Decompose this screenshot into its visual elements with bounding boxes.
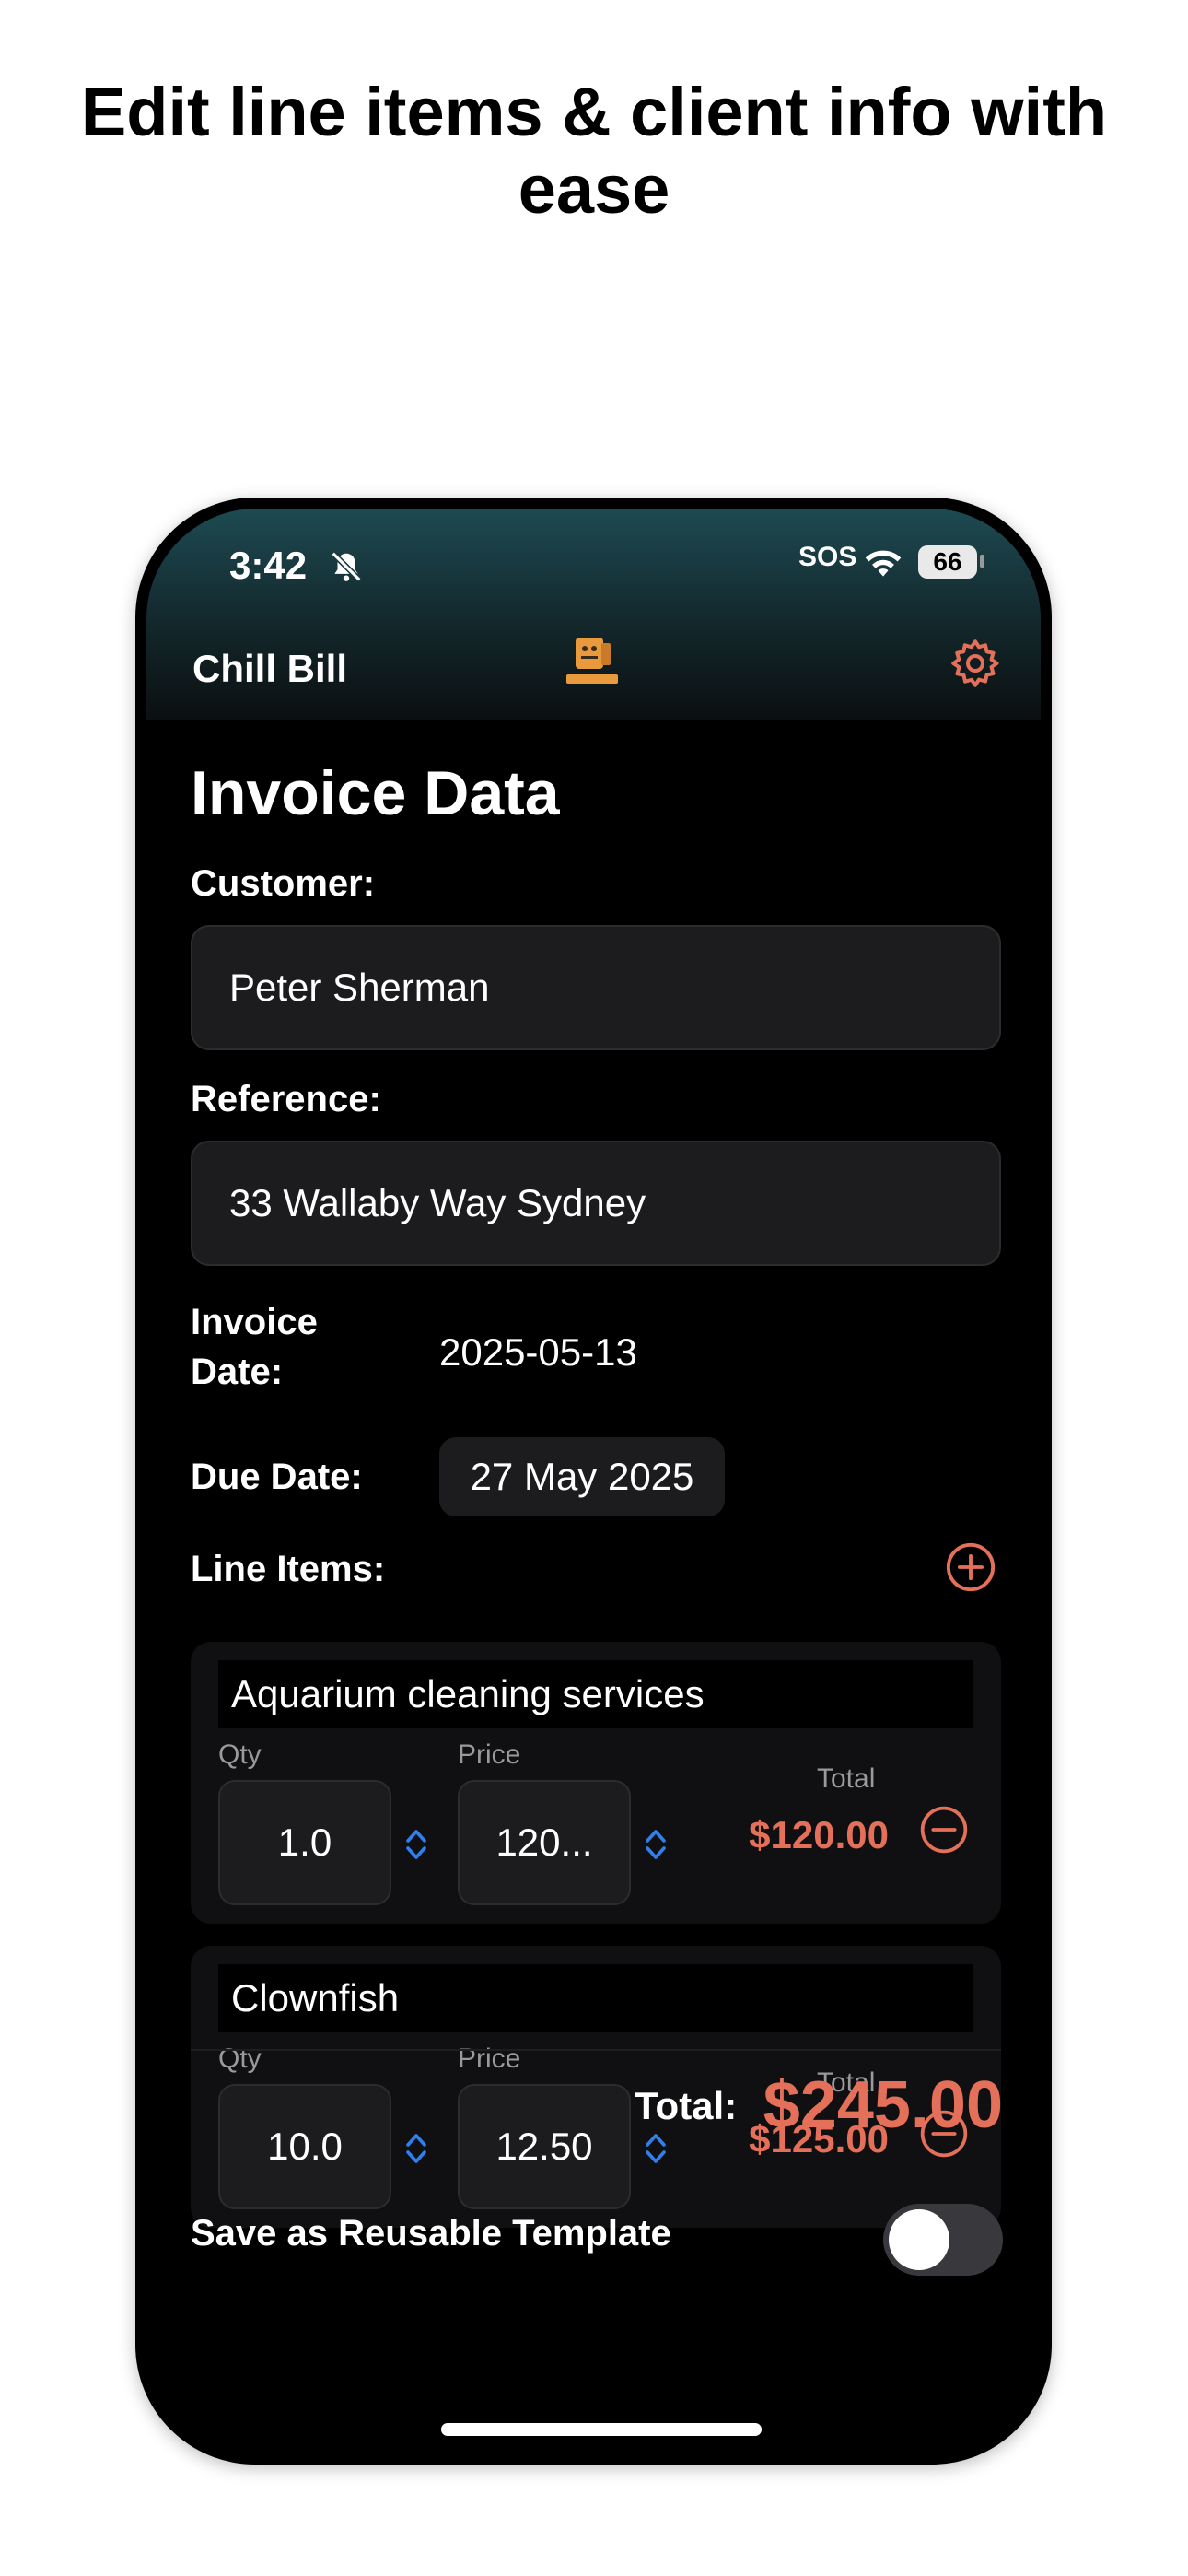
price-input[interactable]: 12.50 [458, 2084, 631, 2209]
item-total-value: $120.00 [749, 1813, 889, 1856]
price-label: Price [458, 1739, 521, 1770]
qty-input[interactable]: 10.0 [218, 2084, 391, 2209]
price-stepper-icon[interactable] [644, 2130, 668, 2167]
qty-stepper-icon[interactable] [404, 2130, 428, 2167]
toggle-knob [889, 2209, 949, 2270]
app-title: Chill Bill [192, 647, 347, 690]
page-title: Invoice Data [191, 758, 560, 828]
battery-indicator: 66 [918, 545, 977, 579]
invoice-form: Invoice Data Customer: Peter Sherman Ref… [146, 720, 1041, 2453]
app-screen: 3:42 SOS 66 Chill Bill Invoice Data Cust… [146, 509, 1041, 2453]
save-template-toggle[interactable] [883, 2204, 1003, 2276]
customer-input[interactable]: Peter Sherman [191, 925, 1001, 1050]
divider [191, 2049, 1001, 2051]
due-date-label: Due Date: [191, 1457, 363, 1497]
top-bar: 3:42 SOS 66 Chill Bill [146, 509, 1041, 720]
line-items-label: Line Items: [191, 1549, 386, 1589]
sos-indicator: SOS [798, 542, 857, 572]
price-input[interactable]: 120... [458, 1780, 631, 1905]
status-time: 3:42 [229, 544, 308, 587]
remove-line-item-icon[interactable] [918, 1804, 970, 1856]
bell-off-icon [331, 551, 362, 582]
customer-label: Customer: [191, 863, 376, 904]
battery-tip [980, 555, 984, 568]
add-line-item-icon[interactable] [944, 1540, 997, 1594]
line-item-card: Aquarium cleaning services Qty Price 1.0… [191, 1642, 1001, 1924]
due-date-picker[interactable]: 27 May 2025 [439, 1437, 725, 1516]
qty-stepper-icon[interactable] [404, 1826, 428, 1863]
item-name-input[interactable]: Aquarium cleaning services [218, 1660, 973, 1728]
qty-label: Qty [218, 1739, 262, 1770]
total-value: $245.00 [763, 2068, 1003, 2142]
qty-input[interactable]: 1.0 [218, 1780, 391, 1905]
invoice-date-value: 2025-05-13 [439, 1330, 637, 1374]
reference-input[interactable]: 33 Wallaby Way Sydney [191, 1141, 1001, 1266]
item-total-label: Total [817, 1763, 876, 1794]
home-indicator[interactable] [441, 2423, 762, 2436]
total-label: Total: [635, 2084, 738, 2127]
wifi-icon [865, 550, 902, 577]
reference-label: Reference: [191, 1079, 381, 1119]
phone-frame: 3:42 SOS 66 Chill Bill Invoice Data Cust… [135, 498, 1052, 2465]
item-name-input[interactable]: Clownfish [218, 1964, 973, 2032]
save-template-label: Save as Reusable Template [191, 2213, 671, 2254]
headline: Edit line items & client info with ease [80, 74, 1108, 228]
invoice-date-label: Invoice Date: [191, 1302, 318, 1392]
gear-icon[interactable] [948, 636, 1003, 691]
chill-bill-logo-icon [566, 638, 618, 684]
price-stepper-icon[interactable] [644, 1826, 668, 1863]
